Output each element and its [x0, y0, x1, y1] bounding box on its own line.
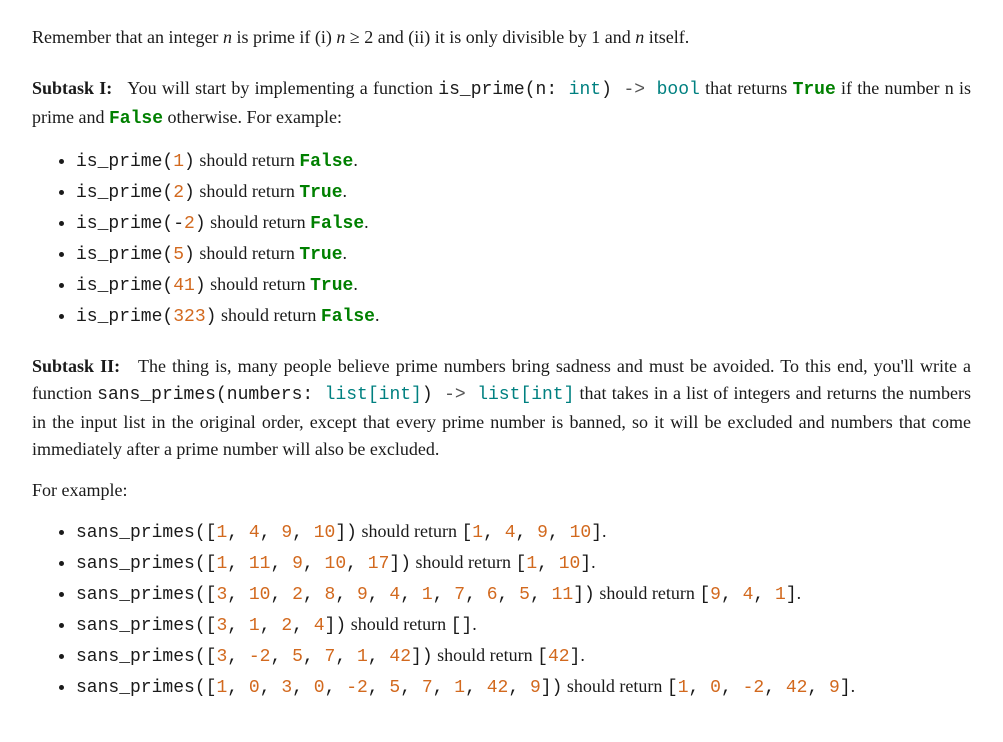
subtask-2-lead: Subtask II: The thing is, many people be… [32, 353, 971, 463]
subtask-1: Subtask I: You will start by implementin… [32, 75, 971, 331]
intro-paragraph: Remember that an integer n is prime if (… [32, 24, 971, 51]
list-item: sans_primes([1, 4, 9, 10]) should return… [76, 518, 971, 547]
subtask-1-sig: is_prime(n: int) -> bool [438, 80, 700, 100]
subtask-2-examples: sans_primes([1, 4, 9, 10]) should return… [32, 518, 971, 702]
subtask-2-sig: sans_primes(numbers: list[int]) -> list[… [97, 385, 574, 405]
list-item: is_prime(41) should return True. [76, 271, 971, 300]
list-item: is_prime(5) should return True. [76, 240, 971, 269]
subtask-1-label: Subtask I: [32, 78, 112, 98]
list-item: sans_primes([1, 0, 3, 0, -2, 5, 7, 1, 42… [76, 673, 971, 702]
list-item: sans_primes([3, -2, 5, 7, 1, 42]) should… [76, 642, 971, 671]
subtask-2-label: Subtask II: [32, 356, 120, 376]
list-item: sans_primes([3, 10, 2, 8, 9, 4, 1, 7, 6,… [76, 580, 971, 609]
for-example: For example: [32, 477, 971, 504]
list-item: is_prime(2) should return True. [76, 178, 971, 207]
subtask-1-text-pre: You will start by implementing a functio… [127, 78, 438, 98]
subtask-1-examples: is_prime(1) should return False. is_prim… [32, 147, 971, 331]
list-item: is_prime(1) should return False. [76, 147, 971, 176]
subtask-1-lead: Subtask I: You will start by implementin… [32, 75, 971, 133]
subtask-2: Subtask II: The thing is, many people be… [32, 353, 971, 702]
list-item: is_prime(-2) should return False. [76, 209, 971, 238]
list-item: sans_primes([1, 11, 9, 10, 17]) should r… [76, 549, 971, 578]
list-item: is_prime(323) should return False. [76, 302, 971, 331]
list-item: sans_primes([3, 1, 2, 4]) should return … [76, 611, 971, 640]
